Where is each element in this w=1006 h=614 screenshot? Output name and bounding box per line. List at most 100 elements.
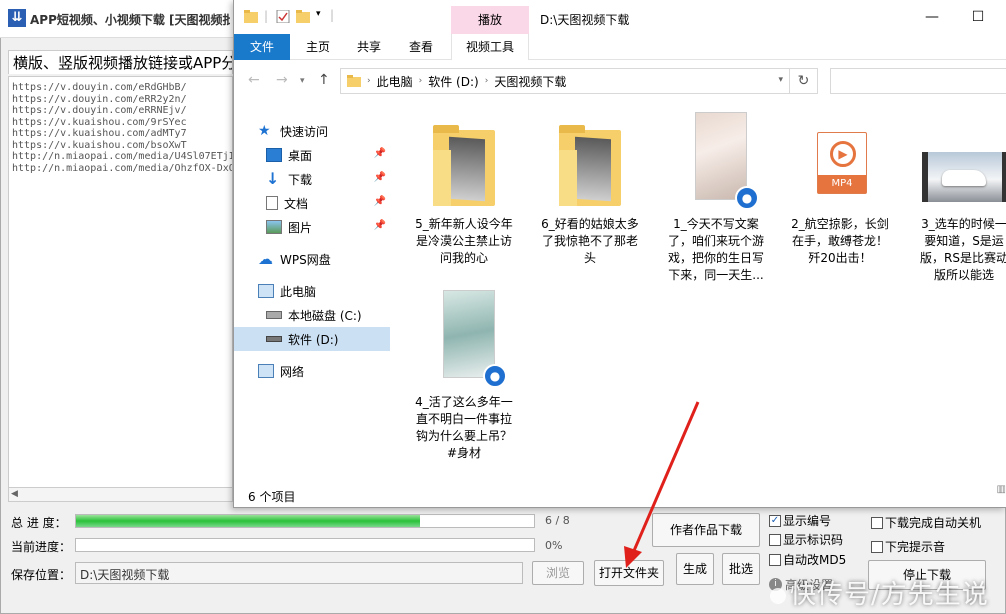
nav-quick-access[interactable]: ★ 快速访问 — [234, 119, 390, 143]
contextual-tab-play[interactable]: 播放 — [451, 6, 529, 34]
watermark: 快传号/方先生说 — [770, 574, 989, 611]
author-works-download-button[interactable]: 作者作品下载 — [652, 513, 760, 547]
mp4-file-thumbnail: ▶ MP4 — [795, 112, 885, 212]
link-line: https://v.kuaishou.com/bsoXwT — [12, 139, 187, 151]
links-textarea[interactable]: https://v.douyin.com/eRdGHbB/https://v.d… — [8, 76, 233, 488]
batch-select-button[interactable]: 批选 — [722, 553, 760, 585]
link-line: https://v.douyin.com/eRR2y2n/ — [12, 93, 187, 105]
file-item[interactable]: 5_新年新人设今年是冷漠公主禁止访问我的心 — [414, 112, 514, 267]
file-item[interactable]: ▶ MP4 2_航空掠影，长剑在手，敢缚苍龙！歼20出击！ — [790, 112, 890, 267]
option-auto-md5[interactable]: 自动改MD5 — [769, 551, 846, 568]
checkbox-show-number[interactable]: ✓ — [769, 514, 781, 527]
file-item[interactable]: ● 1_今天不写文案了，咱们来玩个游戏，把你的生日写下来，同一天生... — [666, 112, 766, 284]
breadcrumb-separator: › — [418, 76, 423, 86]
link-line: https://v.douyin.com/eRdGHbB/ — [12, 82, 187, 93]
nav-drive-c[interactable]: 本地磁盘 (C:) — [234, 303, 390, 327]
checkbox-finish-sound[interactable] — [871, 540, 883, 553]
nav-label: 快速访问 — [280, 124, 329, 139]
open-folder-button[interactable]: 打开文件夹 — [594, 560, 664, 586]
checkbox-auto-md5[interactable] — [769, 553, 781, 566]
option-show-id[interactable]: 显示标识码 — [769, 531, 843, 548]
tab-share[interactable]: 共享 — [346, 34, 392, 60]
back-arrow-icon[interactable]: ← — [248, 72, 260, 88]
current-progress-value: 0% — [545, 539, 563, 552]
pin-icon[interactable]: 📌 — [374, 220, 386, 231]
nav-label: 网络 — [280, 364, 305, 379]
video-player-badge-icon: ● — [735, 186, 759, 210]
file-item[interactable]: ● 4_活了这么多年一直不明白一件事拉钩为什么要上吊？#身材 — [414, 290, 514, 462]
pin-icon[interactable]: 📌 — [374, 172, 386, 183]
breadcrumb-drive-d[interactable]: 软件 (D:) — [428, 73, 478, 90]
total-progress-value: 6 / 8 — [545, 514, 570, 527]
minimize-icon[interactable]: — — [909, 0, 955, 34]
file-item[interactable]: 6_好看的姑娘太多了我惊艳不了那老头 — [540, 112, 640, 267]
file-item[interactable]: 3_选车的时候一要知道，S是运版，RS是比赛动版所以能选 — [916, 112, 1006, 284]
option-auto-shutdown[interactable]: 下载完成自动关机 — [871, 514, 981, 531]
folder-thumbnail — [419, 112, 509, 212]
nav-pictures[interactable]: 图片 📌 — [234, 215, 390, 239]
option-finish-sound[interactable]: 下完提示音 — [871, 538, 945, 555]
pin-icon[interactable]: 📌 — [374, 196, 386, 207]
cloud-icon: ☁ — [258, 250, 273, 268]
ribbon-tabs: 文件 主页 共享 查看 视频工具 — [234, 34, 1006, 60]
folder-icon[interactable] — [244, 10, 258, 23]
file-name: 3_选车的时候一要知道，S是运版，RS是比赛动版所以能选 — [920, 217, 1006, 282]
save-path-field[interactable]: D:\天图视频下载 — [75, 562, 523, 584]
nav-this-pc[interactable]: 此电脑 — [234, 279, 390, 303]
option-auto-md5-label: 自动改MD5 — [783, 553, 847, 567]
nav-desktop[interactable]: 桌面 📌 — [234, 143, 390, 167]
address-bar[interactable]: › 此电脑 › 软件 (D:) › 天图视频下载 ▾ — [340, 68, 790, 94]
view-toggle-icon[interactable]: ▥ — [997, 484, 1006, 495]
navigation-pane: ★ 快速访问 桌面 📌 ↓ 下载 📌 文档 📌 图片 📌 ☁ WPS网盘 此电脑 本地磁盘 (… — [234, 110, 390, 480]
folder-thumbnail — [545, 112, 635, 212]
generate-button[interactable]: 生成 — [676, 553, 714, 585]
breadcrumb-this-pc[interactable]: 此电脑 — [377, 73, 413, 90]
checkbox-auto-shutdown[interactable] — [871, 516, 883, 529]
tab-video-tools[interactable]: 视频工具 — [451, 34, 529, 60]
links-horizontal-scrollbar[interactable]: ◀ — [8, 488, 233, 502]
pin-icon[interactable]: 📌 — [374, 148, 386, 159]
total-progress-label: 总 进 度： — [11, 516, 67, 530]
file-name: 1_今天不写文案了，咱们来玩个游戏，把你的生日写下来，同一天生... — [667, 217, 764, 282]
nav-network[interactable]: 网络 — [234, 359, 390, 383]
folder-icon — [347, 75, 361, 87]
properties-icon[interactable] — [276, 10, 290, 23]
drive-icon — [266, 336, 282, 342]
qat-separator-2: | — [330, 8, 335, 22]
option-show-number[interactable]: ✓ 显示编号 — [769, 512, 831, 529]
recent-dropdown-icon[interactable]: ▾ — [300, 76, 305, 86]
breadcrumb-folder[interactable]: 天图视频下载 — [494, 73, 566, 90]
up-arrow-icon[interactable]: ↑ — [318, 72, 330, 88]
search-input[interactable] — [830, 68, 1006, 94]
quick-access-toolbar: | ▾ | — [234, 0, 454, 34]
file-name: 2_航空掠影，长剑在手，敢缚苍龙！歼20出击！ — [791, 217, 889, 265]
tab-home[interactable]: 主页 — [296, 34, 340, 60]
link-line: https://v.douyin.com/eRRNEjv/ — [12, 105, 187, 116]
nav-drive-d[interactable]: 软件 (D:) — [234, 327, 390, 351]
scroll-left-icon[interactable]: ◀ — [11, 489, 18, 499]
nav-label: 桌面 — [288, 148, 313, 163]
nav-wps-cloud[interactable]: ☁ WPS网盘 — [234, 247, 390, 271]
browse-button[interactable]: 浏览 — [532, 561, 584, 585]
refresh-icon[interactable]: ↻ — [790, 68, 818, 94]
download-icon: ↓ — [266, 169, 280, 188]
option-show-number-label: 显示编号 — [783, 514, 832, 528]
forward-arrow-icon[interactable]: → — [276, 72, 288, 88]
video-player-badge-icon: ● — [483, 364, 507, 388]
tab-view[interactable]: 查看 — [398, 34, 444, 60]
nav-label: 下载 — [288, 172, 313, 187]
watermark-text: 快传号/方先生说 — [790, 580, 989, 610]
nav-downloads[interactable]: ↓ 下载 📌 — [234, 167, 390, 191]
computer-icon — [258, 284, 274, 298]
new-folder-icon[interactable] — [296, 10, 310, 23]
video-thumbnail: ● — [671, 112, 761, 212]
tab-file[interactable]: 文件 — [234, 34, 290, 60]
qat-dropdown-icon[interactable]: ▾ — [316, 9, 321, 19]
nav-documents[interactable]: 文档 📌 — [234, 191, 390, 215]
nav-label: 软件 (D:) — [288, 332, 339, 347]
checkbox-show-id[interactable] — [769, 533, 781, 546]
maximize-icon[interactable]: ☐ — [955, 0, 1001, 34]
link-line: https://v.kuaishou.com/adMTy7 — [12, 128, 187, 139]
option-auto-shutdown-label: 下载完成自动关机 — [885, 516, 982, 530]
address-dropdown-icon[interactable]: ▾ — [778, 75, 783, 85]
